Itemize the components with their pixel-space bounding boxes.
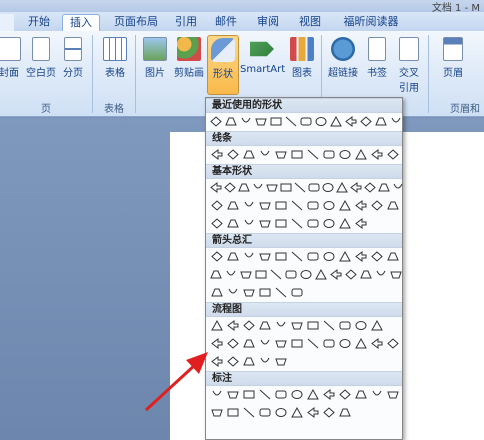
arrow-shaft [144, 362, 198, 412]
red-pointer-arrow [144, 352, 208, 412]
